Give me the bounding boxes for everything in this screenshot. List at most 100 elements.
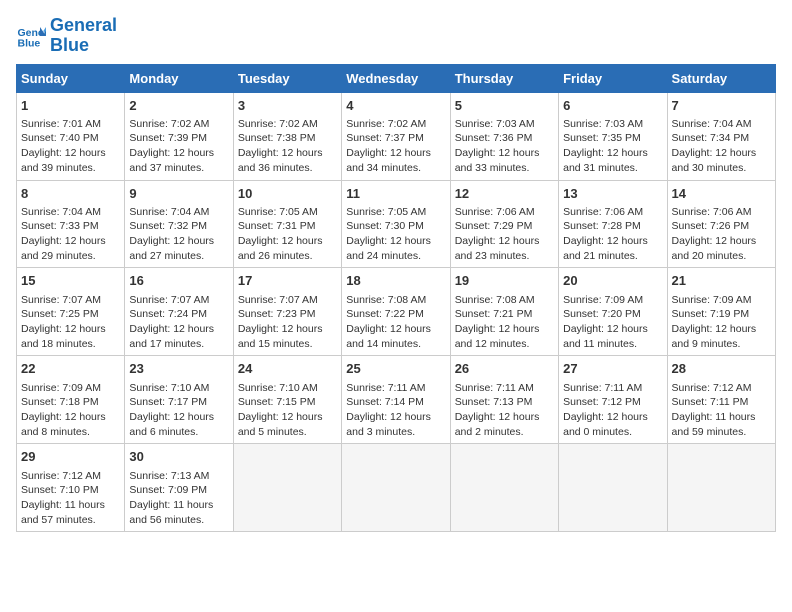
- day-info-line: Sunset: 7:40 PM: [21, 131, 120, 146]
- day-info-line: Sunset: 7:24 PM: [129, 307, 228, 322]
- calendar-cell: 21Sunrise: 7:09 AMSunset: 7:19 PMDayligh…: [667, 268, 775, 356]
- day-info-line: Daylight: 12 hours: [346, 146, 445, 161]
- day-info-line: and 21 minutes.: [563, 249, 662, 264]
- day-info-line: Sunrise: 7:07 AM: [129, 293, 228, 308]
- calendar-cell: 25Sunrise: 7:11 AMSunset: 7:14 PMDayligh…: [342, 356, 450, 444]
- calendar-cell: 27Sunrise: 7:11 AMSunset: 7:12 PMDayligh…: [559, 356, 667, 444]
- col-header-saturday: Saturday: [667, 64, 775, 92]
- day-info-line: Daylight: 12 hours: [455, 146, 554, 161]
- day-info-line: Daylight: 12 hours: [129, 322, 228, 337]
- day-number: 15: [21, 272, 120, 290]
- col-header-tuesday: Tuesday: [233, 64, 341, 92]
- day-info-line: Sunset: 7:31 PM: [238, 219, 337, 234]
- day-info-line: Sunrise: 7:13 AM: [129, 469, 228, 484]
- day-info-line: and 14 minutes.: [346, 337, 445, 352]
- day-info-line: and 23 minutes.: [455, 249, 554, 264]
- day-info-line: Sunset: 7:17 PM: [129, 395, 228, 410]
- day-info-line: Sunrise: 7:05 AM: [238, 205, 337, 220]
- day-info-line: Sunset: 7:22 PM: [346, 307, 445, 322]
- calendar-cell: 26Sunrise: 7:11 AMSunset: 7:13 PMDayligh…: [450, 356, 558, 444]
- day-info-line: Daylight: 12 hours: [238, 322, 337, 337]
- day-info-line: Sunrise: 7:07 AM: [21, 293, 120, 308]
- day-info-line: Sunrise: 7:05 AM: [346, 205, 445, 220]
- day-info-line: Daylight: 12 hours: [455, 234, 554, 249]
- day-info-line: Daylight: 12 hours: [129, 146, 228, 161]
- day-info-line: Sunrise: 7:04 AM: [672, 117, 771, 132]
- day-info-line: and 57 minutes.: [21, 513, 120, 528]
- day-info-line: Sunrise: 7:09 AM: [563, 293, 662, 308]
- calendar-cell: 1Sunrise: 7:01 AMSunset: 7:40 PMDaylight…: [17, 92, 125, 180]
- day-info-line: and 24 minutes.: [346, 249, 445, 264]
- day-info-line: Sunrise: 7:04 AM: [21, 205, 120, 220]
- day-number: 14: [672, 185, 771, 203]
- day-info-line: Daylight: 12 hours: [21, 322, 120, 337]
- day-number: 4: [346, 97, 445, 115]
- day-info-line: and 6 minutes.: [129, 425, 228, 440]
- day-info-line: Sunset: 7:15 PM: [238, 395, 337, 410]
- col-header-friday: Friday: [559, 64, 667, 92]
- calendar-row: 8Sunrise: 7:04 AMSunset: 7:33 PMDaylight…: [17, 180, 776, 268]
- day-info-line: Daylight: 12 hours: [563, 322, 662, 337]
- day-info-line: and 3 minutes.: [346, 425, 445, 440]
- col-header-monday: Monday: [125, 64, 233, 92]
- calendar-cell: 9Sunrise: 7:04 AMSunset: 7:32 PMDaylight…: [125, 180, 233, 268]
- day-info-line: Sunset: 7:26 PM: [672, 219, 771, 234]
- calendar-cell: [450, 444, 558, 532]
- day-info-line: and 0 minutes.: [563, 425, 662, 440]
- day-info-line: Daylight: 12 hours: [238, 146, 337, 161]
- day-info-line: Sunset: 7:13 PM: [455, 395, 554, 410]
- col-header-thursday: Thursday: [450, 64, 558, 92]
- day-info-line: Sunrise: 7:06 AM: [455, 205, 554, 220]
- day-info-line: Sunrise: 7:07 AM: [238, 293, 337, 308]
- day-info-line: Sunrise: 7:06 AM: [672, 205, 771, 220]
- calendar-cell: 19Sunrise: 7:08 AMSunset: 7:21 PMDayligh…: [450, 268, 558, 356]
- day-number: 24: [238, 360, 337, 378]
- day-info-line: and 9 minutes.: [672, 337, 771, 352]
- calendar-cell: 7Sunrise: 7:04 AMSunset: 7:34 PMDaylight…: [667, 92, 775, 180]
- day-info-line: and 36 minutes.: [238, 161, 337, 176]
- day-info-line: Sunset: 7:38 PM: [238, 131, 337, 146]
- calendar-cell: [667, 444, 775, 532]
- day-info-line: and 8 minutes.: [21, 425, 120, 440]
- calendar-cell: 13Sunrise: 7:06 AMSunset: 7:28 PMDayligh…: [559, 180, 667, 268]
- col-header-wednesday: Wednesday: [342, 64, 450, 92]
- day-number: 7: [672, 97, 771, 115]
- calendar-cell: 6Sunrise: 7:03 AMSunset: 7:35 PMDaylight…: [559, 92, 667, 180]
- calendar-cell: 22Sunrise: 7:09 AMSunset: 7:18 PMDayligh…: [17, 356, 125, 444]
- day-info-line: Daylight: 12 hours: [672, 234, 771, 249]
- calendar-row: 22Sunrise: 7:09 AMSunset: 7:18 PMDayligh…: [17, 356, 776, 444]
- calendar-cell: [559, 444, 667, 532]
- day-number: 11: [346, 185, 445, 203]
- day-number: 3: [238, 97, 337, 115]
- day-info-line: and 30 minutes.: [672, 161, 771, 176]
- calendar-cell: [342, 444, 450, 532]
- calendar-cell: 15Sunrise: 7:07 AMSunset: 7:25 PMDayligh…: [17, 268, 125, 356]
- day-info-line: Sunset: 7:33 PM: [21, 219, 120, 234]
- day-info-line: Sunset: 7:18 PM: [21, 395, 120, 410]
- calendar-cell: 28Sunrise: 7:12 AMSunset: 7:11 PMDayligh…: [667, 356, 775, 444]
- day-info-line: Sunrise: 7:02 AM: [129, 117, 228, 132]
- day-info-line: Daylight: 12 hours: [238, 234, 337, 249]
- day-info-line: Daylight: 11 hours: [672, 410, 771, 425]
- day-info-line: and 5 minutes.: [238, 425, 337, 440]
- day-info-line: and 39 minutes.: [21, 161, 120, 176]
- day-info-line: and 59 minutes.: [672, 425, 771, 440]
- day-info-line: Daylight: 12 hours: [455, 322, 554, 337]
- calendar-cell: 14 Sunrise: 7:06 AMSunset: 7:26 PMDayligh…: [667, 180, 775, 268]
- day-info-line: Sunrise: 7:09 AM: [21, 381, 120, 396]
- calendar-cell: 11Sunrise: 7:05 AMSunset: 7:30 PMDayligh…: [342, 180, 450, 268]
- day-info-line: Sunset: 7:30 PM: [346, 219, 445, 234]
- calendar-cell: 5Sunrise: 7:03 AMSunset: 7:36 PMDaylight…: [450, 92, 558, 180]
- page-header: General Blue General Blue: [16, 16, 776, 56]
- day-info-line: Sunset: 7:29 PM: [455, 219, 554, 234]
- day-info-line: Daylight: 12 hours: [346, 410, 445, 425]
- calendar-cell: 12Sunrise: 7:06 AMSunset: 7:29 PMDayligh…: [450, 180, 558, 268]
- day-info-line: Sunrise: 7:02 AM: [346, 117, 445, 132]
- day-info-line: Sunrise: 7:06 AM: [563, 205, 662, 220]
- day-number: 23: [129, 360, 228, 378]
- day-info-line: Sunset: 7:19 PM: [672, 307, 771, 322]
- calendar-cell: 23Sunrise: 7:10 AMSunset: 7:17 PMDayligh…: [125, 356, 233, 444]
- day-info-line: Sunrise: 7:02 AM: [238, 117, 337, 132]
- logo: General Blue General Blue: [16, 16, 117, 56]
- day-info-line: Daylight: 12 hours: [346, 322, 445, 337]
